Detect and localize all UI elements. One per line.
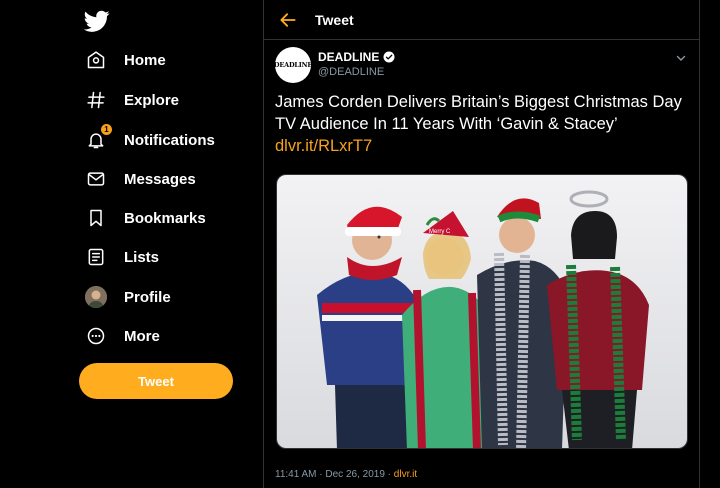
chevron-down-icon[interactable] [676,50,686,61]
tweet-timestamp[interactable]: 11:41 AM · Dec 26, 2019 · [275,469,394,480]
verified-badge-icon [383,51,395,63]
svg-text:Merry C: Merry C [429,229,451,235]
page-header: Tweet [264,0,699,40]
sidebar-item-label: Home [124,51,166,69]
sidebar-item-profile[interactable]: Profile [80,279,179,315]
sidebar-item-label: Lists [124,248,160,266]
home-icon [84,48,108,72]
author-name-text: DEADLINE [318,50,380,64]
tweet-button[interactable]: Tweet [79,363,233,399]
tweet-meta: 11:41 AM · Dec 26, 2019 · dlvr.it [275,469,417,480]
sidebar-item-label: Explore [124,91,180,109]
author-handle[interactable]: @DEADLINE [318,66,384,78]
avatar [85,286,107,308]
sidebar-item-bookmarks[interactable]: Bookmarks [80,200,214,236]
tweet-text: James Corden Delivers Britain’s Biggest … [275,93,682,133]
sidebar-item-label: Messages [124,170,196,188]
sidebar-item-notifications[interactable]: 1 Notifications [80,122,223,158]
profile-icon-wrap [84,285,108,309]
author-avatar[interactable]: DEADLINE [275,47,311,83]
sidebar: Home Explore 1 Notifications Messages Bo… [0,0,264,488]
twitter-bird-icon[interactable] [83,8,110,34]
sidebar-item-label: More [124,327,160,345]
sidebar-item-label: Notifications [124,131,215,149]
bell-icon: 1 [84,124,112,152]
tweet-detail: Tweet DEADLINE DEADLINE @DEADLINE James … [264,0,700,488]
tweet-photo[interactable]: Merry C [276,174,688,449]
tweet-source[interactable]: dlvr.it [394,469,417,480]
sidebar-item-label: Profile [124,288,171,306]
tweet-body: James Corden Delivers Britain’s Biggest … [275,91,695,157]
page-title: Tweet [315,12,354,28]
envelope-icon [84,167,108,191]
sidebar-item-lists[interactable]: Lists [80,239,167,275]
notification-badge: 1 [101,124,112,135]
tweet-link[interactable]: dlvr.it/RLxrT7 [275,137,372,155]
sidebar-item-label: Bookmarks [124,209,206,227]
author-name[interactable]: DEADLINE [318,50,395,64]
more-icon [84,324,108,348]
list-icon [84,245,108,269]
sidebar-item-messages[interactable]: Messages [80,161,204,197]
hashtag-icon [84,88,108,112]
sidebar-item-home[interactable]: Home [80,42,174,78]
bookmark-icon [84,206,108,230]
sidebar-item-explore[interactable]: Explore [80,82,187,118]
sidebar-item-more[interactable]: More [80,318,168,354]
back-arrow-icon[interactable] [278,10,298,30]
